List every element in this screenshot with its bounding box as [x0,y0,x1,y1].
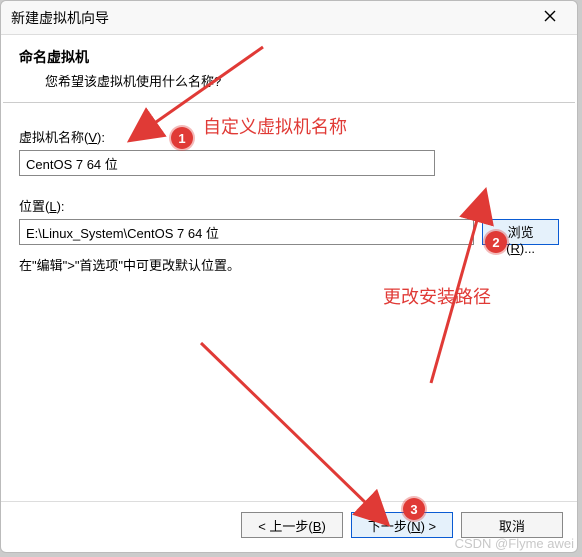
close-icon [544,9,556,26]
annot-text-2: 更改安装路径 [383,283,491,309]
watermark: CSDN @Flyme awei [455,536,574,551]
wizard-window: 新建虚拟机向导 命名虚拟机 您希望该虚拟机使用什么名称? 虚拟机名称(V): 位… [0,0,578,553]
subheading: 您希望该虚拟机使用什么名称? [19,71,559,90]
wizard-header: 命名虚拟机 您希望该虚拟机使用什么名称? [1,35,577,102]
note-text: 在"编辑">"首选项"中可更改默认位置。 [19,255,559,274]
cancel-button[interactable]: 取消 [461,512,563,538]
location-input[interactable] [19,219,474,245]
back-button[interactable]: < 上一步(B) [241,512,343,538]
titlebar: 新建虚拟机向导 [1,1,577,35]
browse-button[interactable]: 浏览(R)... [482,219,559,245]
heading: 命名虚拟机 [19,47,559,67]
wizard-body: 虚拟机名称(V): 位置(L): 浏览(R)... 在"编辑">"首选项"中可更… [1,103,577,501]
close-button[interactable] [533,4,567,32]
next-button[interactable]: 下一步(N) > [351,512,453,538]
location-label: 位置(L): [19,196,559,215]
window-title: 新建虚拟机向导 [11,8,533,28]
vm-name-label: 虚拟机名称(V): [19,127,559,146]
vm-name-input[interactable] [19,150,435,176]
